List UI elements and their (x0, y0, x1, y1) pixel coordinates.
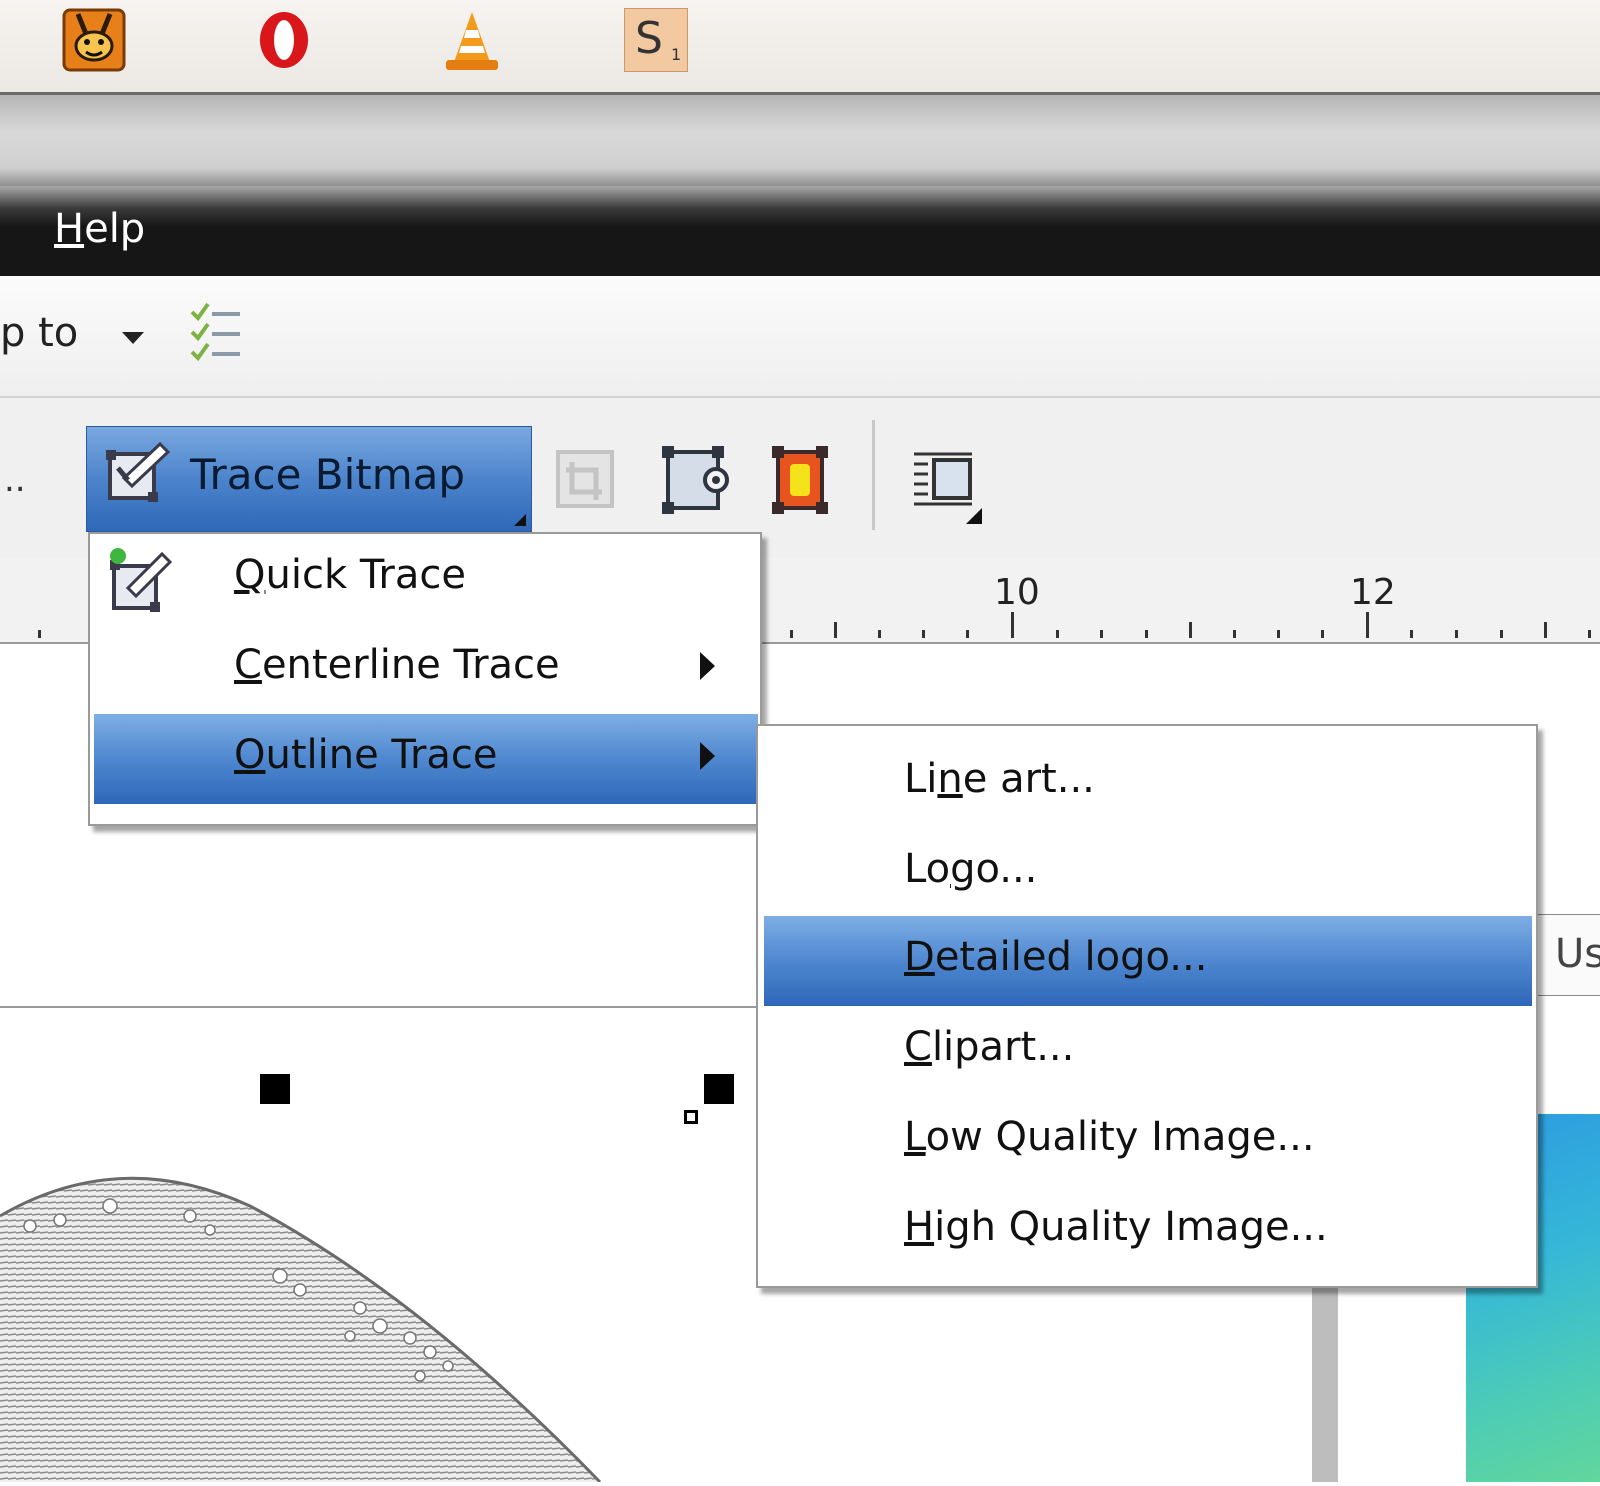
menu-item-logo[interactable]: Logo... (904, 846, 1037, 892)
resample-bitmap-icon[interactable] (660, 444, 732, 516)
tooltip-text: Us (1555, 931, 1600, 977)
taskbar (0, 0, 1600, 92)
crop-bitmap-icon[interactable] (550, 444, 620, 514)
quick-trace-icon (106, 546, 176, 616)
menu-item-low-quality-image[interactable]: Low Quality Image... (904, 1114, 1315, 1160)
low-quality-label: ow Quality Image... (925, 1114, 1315, 1160)
snap-to-label[interactable]: p to (0, 310, 78, 356)
menu-item-quick-trace[interactable]: Quick Trace (234, 552, 466, 598)
line-art-mnemonic: n (937, 756, 963, 802)
selected-bitmap-sketch[interactable] (0, 1176, 640, 1484)
outline-submenu-arrow-icon (700, 742, 715, 770)
snap-options-checklist-icon[interactable] (190, 300, 242, 364)
trace-bitmap-dropdown-icon (514, 514, 526, 526)
tooltip: Us (1532, 914, 1600, 996)
toolbar-separator (872, 420, 875, 530)
quick-trace-label: uick Trace (265, 552, 466, 598)
high-quality-mnemonic: H (904, 1204, 935, 1250)
ruler-label-12: 12 (1350, 572, 1396, 613)
quick-trace-mnemonic: Q (234, 552, 266, 598)
centerline-submenu-arrow-icon (700, 652, 715, 680)
line-art-label-pre: Li (904, 756, 938, 802)
detailed-logo-mnemonic: D (904, 934, 935, 980)
menu-help-mnemonic: H (54, 206, 85, 252)
opera-icon[interactable] (252, 8, 316, 72)
logo-label: o... (975, 846, 1038, 892)
menu-bar (0, 186, 1600, 276)
centerline-trace-label: enterline Trace (261, 642, 560, 688)
page-border (0, 1006, 760, 1008)
rotation-center-handle[interactable] (684, 1110, 698, 1124)
menu-item-centerline-trace[interactable]: Centerline Trace (234, 642, 560, 688)
menu-item-outline-trace[interactable]: Outline Trace (234, 732, 498, 778)
ruler-label-10: 10 (994, 572, 1040, 613)
text-wrap-icon[interactable] (914, 450, 976, 510)
outline-trace-label: utline Trace (265, 732, 498, 778)
menu-item-high-quality-image[interactable]: High Quality Image... (904, 1204, 1328, 1250)
line-art-label: e art... (962, 756, 1095, 802)
selection-handle-top-left[interactable] (260, 1074, 290, 1104)
selection-handle-top-right[interactable] (704, 1074, 734, 1104)
trace-bitmap-menu: Quick Trace Centerline Trace Outline Tra… (88, 532, 762, 826)
menu-item-clipart[interactable]: Clipart... (904, 1024, 1074, 1070)
detailed-logo-label: etailed logo... (934, 934, 1208, 980)
centerline-trace-mnemonic: C (234, 642, 262, 688)
rabbit-app-icon[interactable] (62, 8, 126, 72)
scrabble-tile-icon[interactable]: S 1 (624, 8, 688, 72)
vlc-icon[interactable] (440, 8, 504, 72)
trace-bitmap-icon (104, 438, 174, 508)
scrabble-sub: 1 (671, 45, 682, 64)
low-quality-mnemonic: L (904, 1114, 926, 1160)
logo-label-pre: Lo (904, 846, 951, 892)
toolbar-overflow[interactable]: .. (4, 460, 26, 500)
high-quality-label: igh Quality Image... (934, 1204, 1328, 1250)
logo-mnemonic: g (950, 846, 976, 892)
clipart-mnemonic: C (904, 1024, 932, 1070)
snap-to-dropdown-icon[interactable] (122, 332, 144, 344)
trace-bitmap-label: Trace Bitmap (190, 450, 466, 499)
outline-trace-mnemonic: O (234, 732, 266, 778)
scrabble-letter: S (635, 13, 663, 64)
page-shadow (1312, 1280, 1338, 1482)
bitmap-color-mask-icon[interactable] (772, 444, 828, 516)
menu-item-line-art[interactable]: Line art... (904, 756, 1095, 802)
menu-help-label: elp (84, 206, 146, 252)
text-wrap-dropdown-icon[interactable] (966, 508, 982, 524)
menu-item-detailed-logo[interactable]: Detailed logo... (904, 934, 1207, 980)
clipart-label: lipart... (931, 1024, 1075, 1070)
window-title-band (0, 92, 1600, 186)
menu-help[interactable]: Help (54, 206, 145, 252)
outline-trace-submenu: Line art... Logo... Detailed logo... Cli… (756, 724, 1538, 1288)
